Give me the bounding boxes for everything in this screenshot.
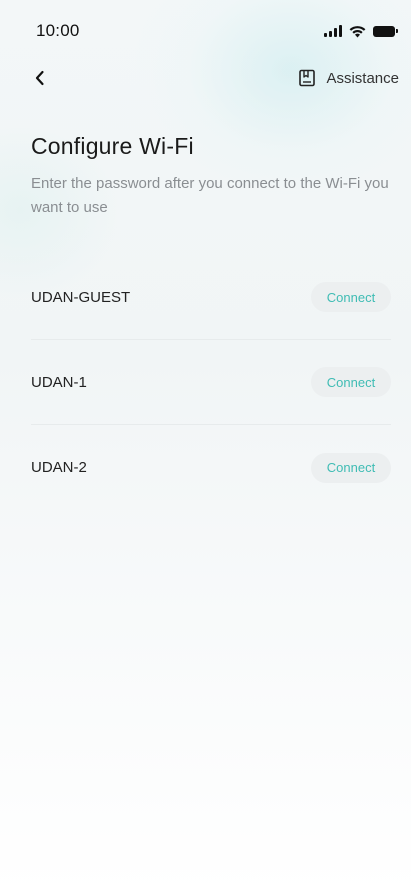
page-description: Enter the password after you connect to …	[31, 175, 389, 216]
chevron-left-icon	[35, 70, 44, 86]
connect-button[interactable]: Connect	[311, 282, 391, 312]
network-row: UDAN-GUEST Connect	[31, 255, 391, 340]
connect-button[interactable]: Connect	[311, 367, 391, 397]
network-list: UDAN-GUEST Connect UDAN-1 Connect UDAN-2…	[31, 255, 391, 510]
status-time: 10:00	[36, 21, 80, 40]
wifi-icon	[349, 25, 366, 37]
back-button[interactable]	[28, 66, 52, 90]
page-title: Configure Wi-Fi	[31, 133, 194, 159]
connect-button[interactable]: Connect	[311, 452, 391, 483]
wifi-config-screen: 10:00 Assistance Configure Wi-Fi Enter t…	[0, 0, 411, 895]
network-ssid: UDAN-1	[31, 373, 87, 391]
network-ssid: UDAN-GUEST	[31, 288, 131, 306]
network-ssid: UDAN-2	[31, 459, 87, 476]
network-row: UDAN-1 Connect	[31, 340, 391, 425]
assistance-label: Assistance	[326, 69, 399, 87]
cellular-signal-icon	[324, 25, 342, 37]
assistance-button[interactable]: Assistance	[298, 69, 399, 87]
status-bar: 10:00	[0, 0, 411, 62]
nav-bar: Assistance	[0, 62, 411, 94]
network-row: UDAN-2 Connect	[31, 425, 391, 510]
battery-icon	[373, 25, 398, 37]
status-icons	[324, 25, 398, 38]
book-icon	[299, 69, 316, 87]
